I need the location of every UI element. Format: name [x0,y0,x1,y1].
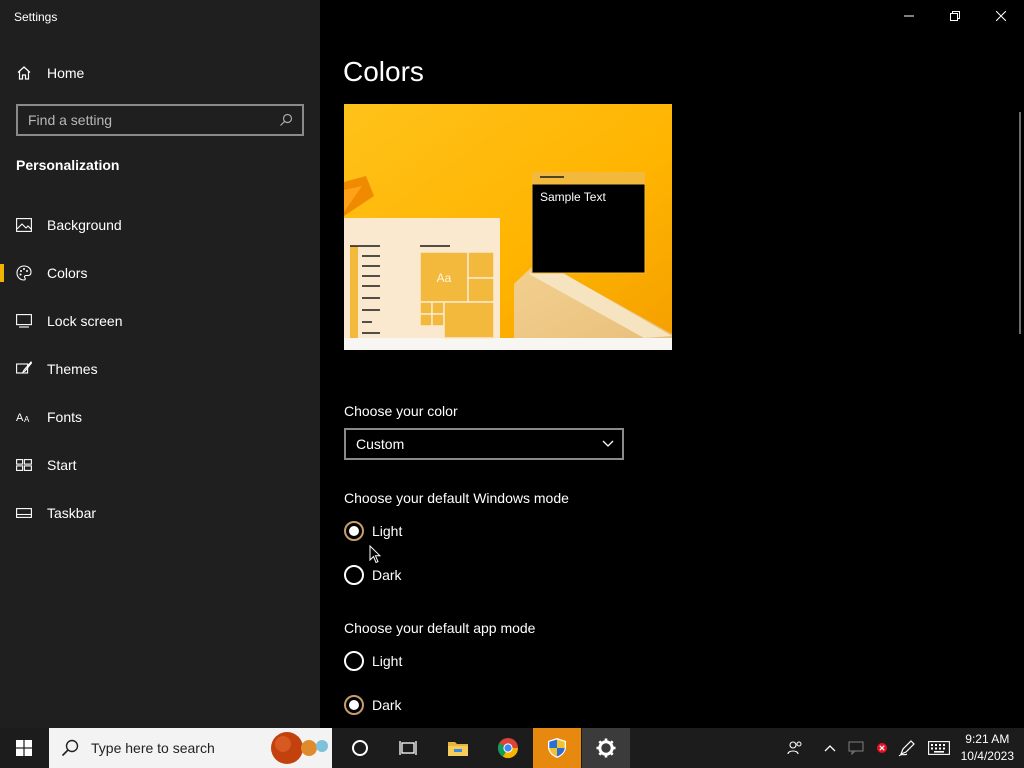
radio-circle[interactable] [344,565,364,585]
chevron-up-icon [824,745,836,752]
sidebar-item-start[interactable]: Start [0,445,320,485]
svg-text:A: A [16,412,24,424]
brush-icon [16,361,32,377]
taskbar-search-placeholder: Type here to search [91,740,215,756]
sidebar-item-label: Colors [47,265,88,281]
sidebar-item-label: Themes [47,361,98,377]
people-icon [787,741,802,755]
home-label: Home [47,65,85,81]
people-button[interactable] [782,728,808,768]
clock-time: 9:21 AM [965,732,1010,746]
touch-keyboard-button[interactable] [925,728,953,768]
close-icon [996,11,1006,21]
gear-icon [596,738,616,758]
minimize-icon [904,15,914,17]
show-hidden-icons-button[interactable] [818,728,842,768]
close-button[interactable] [978,0,1024,32]
file-explorer-button[interactable] [436,728,480,768]
start-button[interactable] [0,728,48,768]
cortana-button[interactable] [340,728,380,768]
search-box[interactable] [16,104,304,136]
app-title: Settings [14,10,58,24]
sidebar-item-label: Taskbar [47,505,97,521]
pen-workspace-button[interactable] [895,728,919,768]
color-preview: Aa Sample Text [344,104,672,350]
clock-date: 10/4/2023 [960,749,1014,763]
windows-logo-icon [16,740,32,756]
sidebar-item-label: Lock screen [47,313,123,329]
sidebar-item-background[interactable]: Background [0,205,320,245]
settings-taskbar-button[interactable] [582,728,630,768]
folder-icon [448,742,468,756]
lock-screen-icon [16,313,32,329]
taskbar: Type here to search 9:21 AM 10/4/2023 [0,728,1024,768]
windows-mode-label: Choose your default Windows mode [344,490,569,506]
restore-button[interactable] [932,0,978,32]
sidebar-item-colors[interactable]: Colors [0,253,320,293]
tile-text: Aa [437,271,452,285]
radio-label: Light [372,653,403,669]
keyboard-icon [928,741,950,755]
search-icon[interactable] [274,108,298,132]
security-button[interactable] [533,728,581,768]
radio-label: Light [372,523,403,539]
app-mode-light-radio[interactable]: Light [344,651,402,671]
clock[interactable]: 9:21 AM 10/4/2023 [961,731,1014,765]
cortana-icon [352,740,368,756]
fonts-icon: AA [16,409,32,425]
choose-color-label: Choose your color [344,403,458,419]
taskbar-search[interactable]: Type here to search [49,728,332,768]
chevron-down-icon [602,440,614,447]
section-title: Personalization [16,157,120,173]
radio-label: Dark [372,567,402,583]
app-mode-label: Choose your default app mode [344,620,536,636]
windows-mode-light-radio[interactable]: Light [344,521,402,541]
error-indicator[interactable] [872,728,892,768]
sidebar-item-taskbar[interactable]: Taskbar [0,493,320,533]
sidebar-item-label: Start [47,457,77,473]
radio-circle[interactable] [344,651,364,671]
radio-circle[interactable] [344,521,364,541]
choose-color-value: Custom [356,436,405,452]
search-highlight-icon [271,732,328,764]
page-title: Colors [343,56,424,87]
sidebar-item-themes[interactable]: Themes [0,349,320,389]
app-mode-dark-radio[interactable]: Dark [344,695,402,715]
error-icon [877,743,887,753]
minimize-button[interactable] [886,0,932,32]
sidebar-item-fonts[interactable]: AA Fonts [0,397,320,437]
home-icon [17,66,31,80]
taskbar-icon [16,505,32,521]
shield-icon [548,738,566,758]
scrollbar[interactable] [1019,112,1021,334]
sidebar: Settings Home Personalization Background… [0,0,320,728]
image-icon [16,217,32,233]
sidebar-item-lock-screen[interactable]: Lock screen [0,301,320,341]
search-icon [61,739,79,757]
search-input[interactable] [18,112,274,128]
sidebar-item-label: Fonts [47,409,83,425]
message-icon [848,741,864,755]
palette-icon [16,265,32,281]
notification-tray-button[interactable] [845,728,867,768]
home-link[interactable]: Home [16,61,84,85]
start-icon [16,457,32,473]
preview-illustration: Aa Sample Text [344,104,672,350]
task-view-button[interactable] [388,728,428,768]
choose-color-dropdown[interactable]: Custom [344,428,624,460]
mouse-cursor-icon [369,545,381,564]
task-view-icon [399,741,417,755]
sample-text: Sample Text [540,190,606,204]
radio-circle[interactable] [344,695,364,715]
chrome-button[interactable] [486,728,530,768]
svg-text:A: A [24,415,30,424]
sidebar-item-label: Background [47,217,122,233]
pen-icon [898,740,915,757]
radio-label: Dark [372,697,402,713]
windows-mode-dark-radio[interactable]: Dark [344,565,402,585]
restore-icon [950,11,960,21]
chrome-icon [497,738,519,759]
